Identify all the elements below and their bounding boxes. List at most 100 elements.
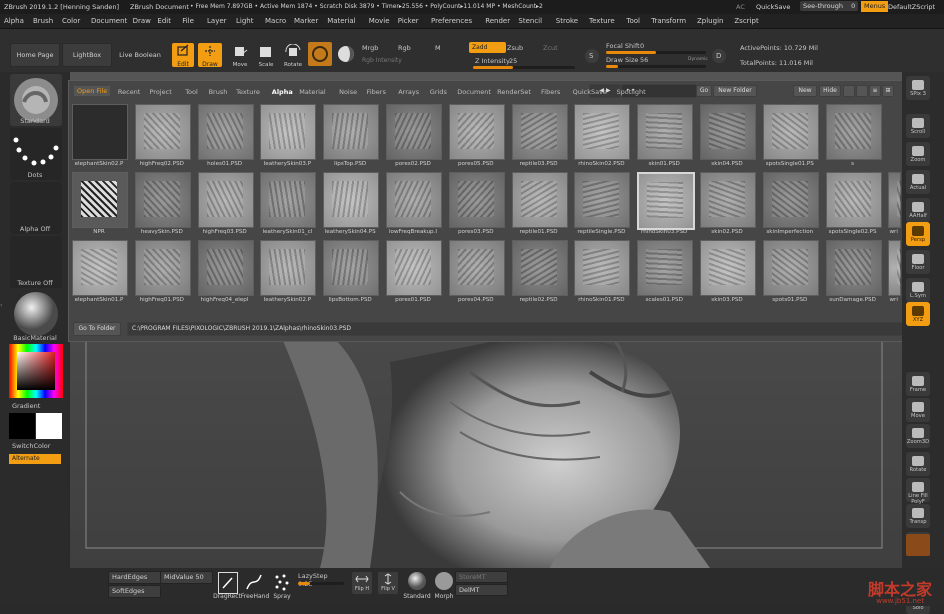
new-folder-button[interactable]: New Folder <box>713 85 757 97</box>
right-move-button[interactable]: Move <box>906 398 930 422</box>
right-frame-button[interactable]: Frame <box>906 372 930 396</box>
flip-h-button[interactable]: Flip H <box>352 572 372 594</box>
small-view-icon[interactable] <box>843 85 855 97</box>
right-spix-button[interactable]: SPix 3 <box>906 76 930 100</box>
tab-renderset[interactable]: RenderSet <box>497 88 531 96</box>
alpha-tile[interactable] <box>197 172 254 228</box>
material-thumbnail[interactable] <box>10 288 62 340</box>
alpha-tile[interactable] <box>888 172 902 228</box>
menu-layer[interactable]: Layer <box>207 17 227 25</box>
menu-picker[interactable]: Picker <box>398 17 419 25</box>
tab-noise[interactable]: Noise <box>339 88 357 96</box>
tab-tool[interactable]: Tool <box>185 88 198 96</box>
alpha-tile[interactable] <box>323 172 380 228</box>
menu-marker[interactable]: Marker <box>294 17 318 25</box>
draw-size-slider[interactable]: Draw Size 56 Dynamic <box>604 56 708 70</box>
edit-button[interactable]: Edit <box>172 43 194 68</box>
alpha-tile[interactable] <box>448 172 505 228</box>
menu-color[interactable]: Color <box>62 17 80 25</box>
tab-fibers[interactable]: Fibers <box>367 88 386 96</box>
right-actual-button[interactable]: Actual <box>906 170 930 194</box>
draw-button[interactable]: Draw <box>198 43 222 68</box>
secondary-color-swatch[interactable] <box>36 413 62 439</box>
zcut-button[interactable]: Zcut <box>543 44 558 52</box>
scale-button[interactable]: Scale <box>254 43 278 69</box>
freehand-stroke-button[interactable] <box>244 572 264 592</box>
tab-alpha[interactable]: Alpha <box>272 88 293 96</box>
morph-material-button[interactable] <box>433 570 455 592</box>
rgb-button[interactable]: Rgb <box>398 44 411 52</box>
flip-v-button[interactable]: Flip V <box>378 572 398 594</box>
seethrough-slider[interactable]: See-through 0 <box>800 1 859 11</box>
alpha-tile[interactable] <box>762 172 819 228</box>
alpha-tile[interactable] <box>448 104 505 160</box>
color-square[interactable] <box>17 352 55 390</box>
grid-view-icon[interactable]: ⊞ <box>882 85 894 97</box>
alpha-tile[interactable] <box>260 104 317 160</box>
alpha-tile[interactable] <box>448 240 505 296</box>
hardedges-button[interactable]: HardEdges <box>108 571 161 584</box>
alpha-tile[interactable] <box>323 104 380 160</box>
alpha-tile[interactable] <box>72 172 128 228</box>
dynamic-label[interactable]: Dynamic <box>688 57 708 62</box>
main-color-swatch[interactable] <box>9 413 35 439</box>
softedges-button[interactable]: SoftEdges <box>108 585 161 598</box>
polyframe-color-swatch[interactable] <box>906 534 930 556</box>
menu-stencil[interactable]: Stencil <box>518 17 542 25</box>
medium-view-icon[interactable] <box>856 85 868 97</box>
menu-stroke[interactable]: Stroke <box>556 17 578 25</box>
zadd-button[interactable]: Zadd <box>469 42 506 53</box>
alpha-tile[interactable] <box>386 240 442 296</box>
menu-movie[interactable]: Movie <box>369 17 390 25</box>
tab-grids[interactable]: Grids <box>430 88 447 96</box>
alpha-tile[interactable] <box>260 172 317 228</box>
menu-zplugin[interactable]: Zplugin <box>697 17 723 25</box>
menu-render[interactable]: Render <box>485 17 510 25</box>
move-button[interactable]: Move <box>228 43 252 69</box>
m-button[interactable]: M <box>435 44 441 52</box>
alpha-tile[interactable] <box>386 172 442 228</box>
d-toggle[interactable]: D <box>712 49 726 63</box>
right-linefill-button[interactable]: Line Fill PolyF <box>906 478 930 505</box>
menu-brush[interactable]: Brush <box>33 17 53 25</box>
collapse-left-icon[interactable]: ‹ <box>0 302 4 314</box>
mrgb-button[interactable]: Mrgb <box>362 44 378 52</box>
storemt-button[interactable]: StoreMT <box>455 571 508 583</box>
go-to-folder-button[interactable]: Go To Folder <box>73 322 121 336</box>
default-zscript[interactable]: DefaultZScript <box>888 3 935 11</box>
menu-document[interactable]: Document <box>91 17 127 25</box>
alpha-tile[interactable] <box>825 104 882 160</box>
dragrect-stroke-button[interactable] <box>218 572 238 594</box>
menu-preferences[interactable]: Preferences <box>431 17 472 25</box>
alpha-tile[interactable] <box>762 240 819 296</box>
menu-alpha[interactable]: Alpha <box>4 17 24 25</box>
midvalue-slider[interactable]: MidValue 50 <box>160 571 213 584</box>
alpha-tile[interactable] <box>386 104 442 160</box>
new-button[interactable]: New <box>793 85 817 97</box>
right-xyz-button[interactable]: XYZ <box>906 302 930 326</box>
switch-color-button[interactable]: SwitchColor <box>12 442 50 450</box>
alpha-tile[interactable] <box>197 240 254 296</box>
menu-zscript[interactable]: Zscript <box>734 17 758 25</box>
tab-document[interactable]: Document <box>457 88 491 96</box>
alpha-tile[interactable] <box>574 104 631 160</box>
tab-arrays[interactable]: Arrays <box>398 88 419 96</box>
alternate-button[interactable]: Alternate <box>9 454 61 464</box>
menu-light[interactable]: Light <box>236 17 253 25</box>
rgb-intensity-slider[interactable]: Rgb Intensity <box>362 57 402 64</box>
alpha-tile[interactable] <box>197 104 254 160</box>
brush-preview-button[interactable] <box>308 42 332 66</box>
standard-material-button[interactable] <box>406 570 428 592</box>
menu-edit[interactable]: Edit <box>157 17 171 25</box>
menu-draw[interactable]: Draw <box>133 17 151 25</box>
alpha-tile[interactable] <box>700 240 756 296</box>
alpha-tile[interactable] <box>574 172 631 228</box>
go-button[interactable]: Go <box>696 85 712 97</box>
tab-texture[interactable]: Texture <box>236 88 260 96</box>
alpha-tile[interactable] <box>825 172 882 228</box>
home-page-button[interactable]: Home Page <box>10 43 60 67</box>
delmt-button[interactable]: DelMT <box>455 584 508 596</box>
right-floor-button[interactable]: Floor <box>906 250 930 274</box>
hide-button[interactable]: Hide <box>819 85 841 97</box>
right-transp-button[interactable]: Transp <box>906 504 930 528</box>
